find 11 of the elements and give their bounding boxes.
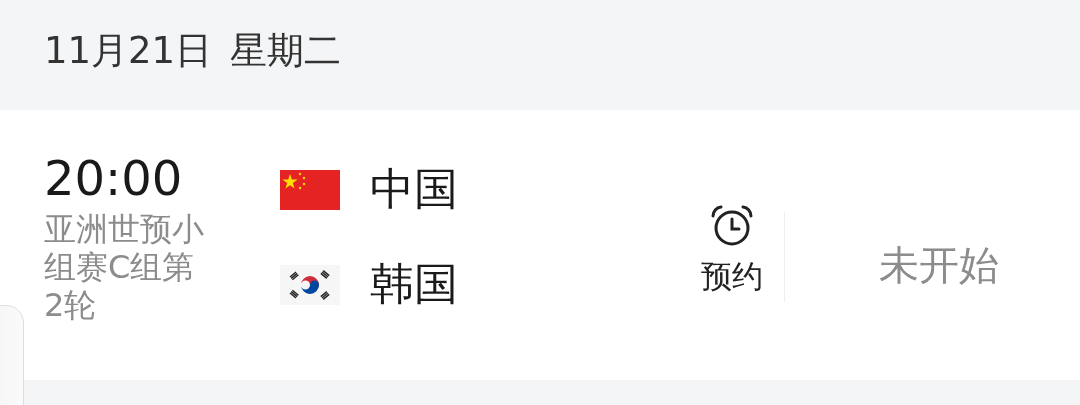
korea-flag-icon — [280, 264, 340, 305]
alarm-clock-icon — [709, 204, 755, 248]
match-time: 20:00 — [44, 152, 184, 204]
competition-name: 亚洲世预小组赛C组第2轮 — [44, 210, 205, 324]
team-name: 中国 — [370, 162, 458, 216]
team-name: 韩国 — [370, 257, 458, 311]
reminder-button[interactable]: 预约 — [680, 204, 784, 298]
china-flag-icon — [280, 169, 340, 210]
match-status: 未开始 — [879, 241, 999, 290]
match-weekday: 星期二 — [230, 28, 342, 74]
match-date: 11月21日 — [44, 28, 213, 74]
